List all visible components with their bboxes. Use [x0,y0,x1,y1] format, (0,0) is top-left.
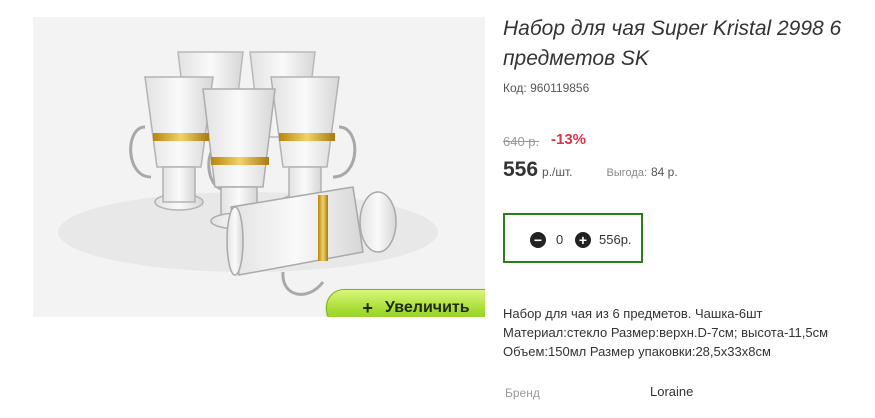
product-description: Набор для чая из 6 предметов. Чашка-6шт … [503,304,875,361]
glass-set-photo [33,17,485,317]
quantity-value[interactable]: 0 [556,232,563,247]
description-line: Материал:стекло Размер:верхн.D-7см; высо… [503,325,829,340]
description-line: Объем:150мл Размер упаковки:28,5х33х8см [503,344,771,359]
description-line: Набор для чая из 6 предметов. Чашка-6шт [503,306,763,321]
product-code: Код: 960119856 [503,81,589,95]
product-title: Набор для чая Super Kristal 2998 6 предм… [503,17,842,70]
minus-circle-icon[interactable]: − [530,232,546,248]
quantity-total: 556р. [599,232,632,247]
brand-value[interactable]: Loraine [650,384,693,399]
product-code-label: Код: [503,81,527,95]
plus-circle-icon[interactable]: + [575,232,591,248]
benefit-label: Выгода: [606,167,647,179]
discount-badge: -13% [551,131,587,148]
quantity-stepper: − 0 + 556р. [503,213,643,263]
price-row: 556 р./шт. Выгода: 84 р. [503,158,678,182]
brand-label: Бренд [505,386,540,400]
old-price: 640 р. [503,134,540,149]
plus-icon: + [362,297,373,318]
product-code-value: 960119856 [530,81,590,95]
current-price: 556 [503,158,539,181]
zoom-button[interactable]: + Увеличить [326,289,485,317]
product-image[interactable]: + Увеличить [33,17,485,317]
benefit-value: 84 р. [651,165,678,179]
price-unit: р./шт. [542,165,573,179]
zoom-button-label: Увеличить [384,299,470,316]
